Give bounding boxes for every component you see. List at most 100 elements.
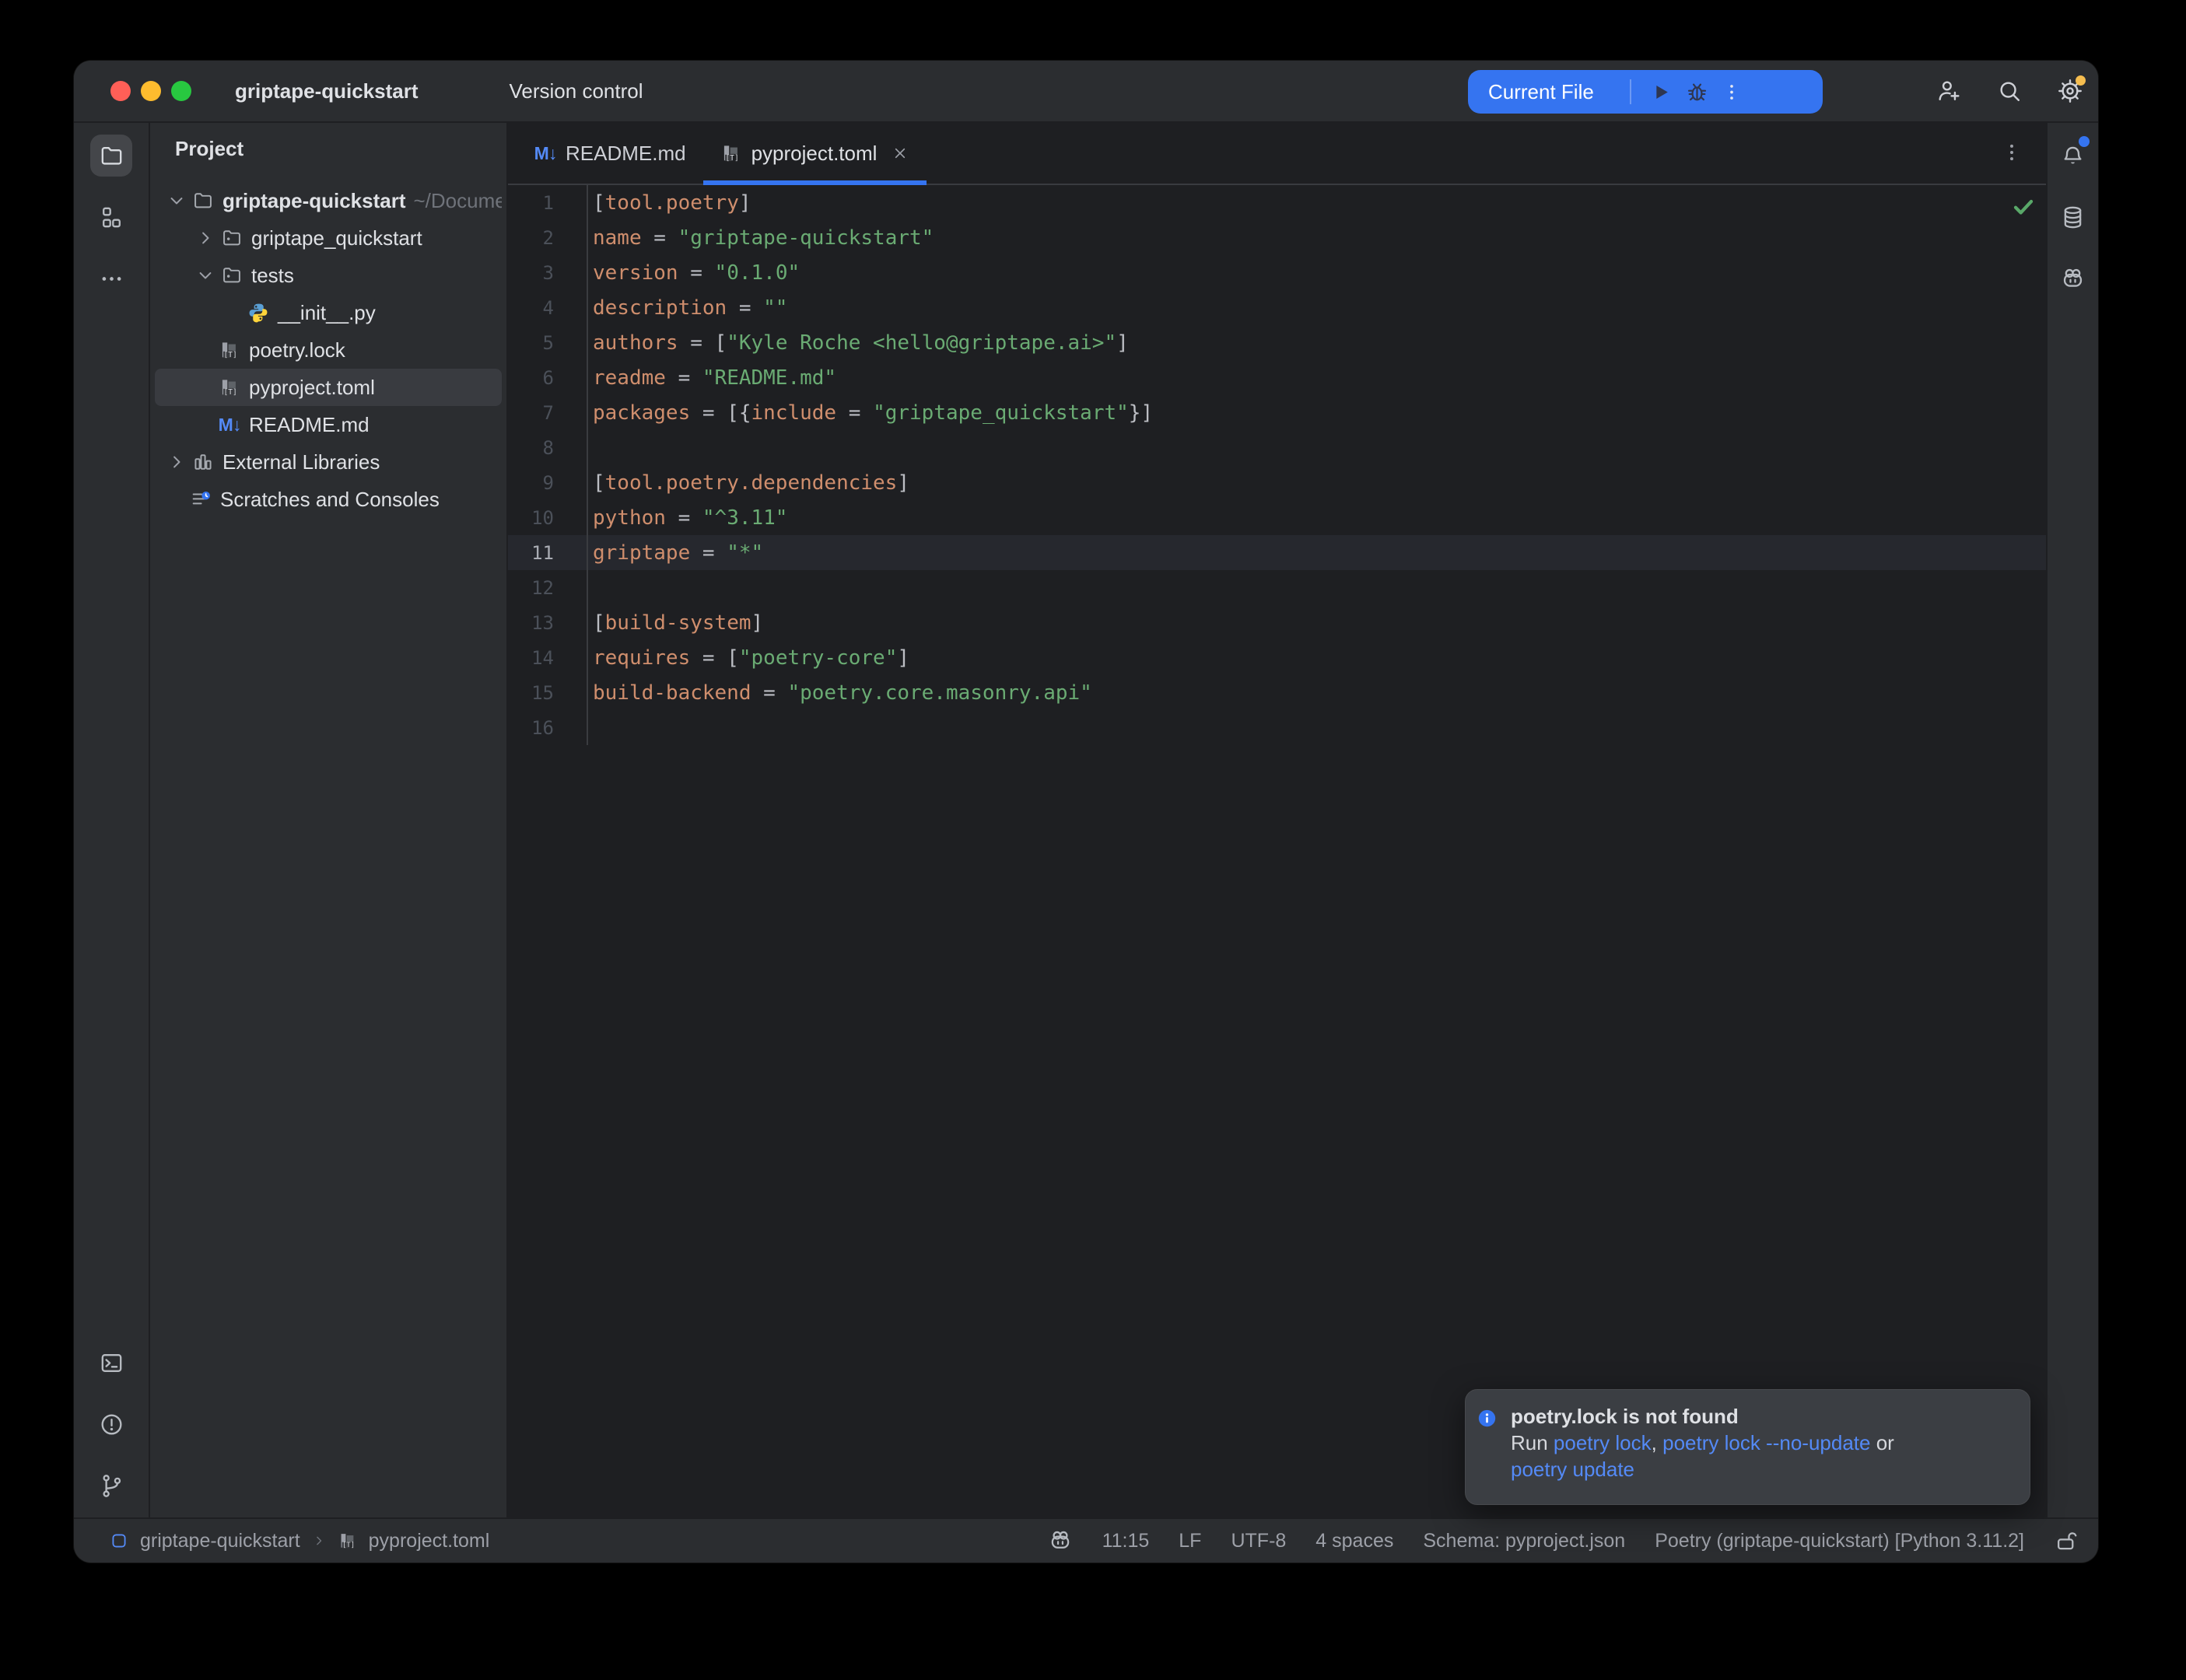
status-caret-position[interactable]: 11:15 bbox=[1102, 1530, 1150, 1552]
tool-stripe-more-button[interactable] bbox=[90, 257, 132, 299]
toml-icon: [T] bbox=[219, 376, 240, 398]
run-widget-divider bbox=[1630, 79, 1631, 104]
info-icon bbox=[1477, 1408, 1498, 1429]
code-line[interactable]: 2name = "griptape-quickstart" bbox=[508, 220, 2046, 255]
tab-options-kebab-icon[interactable] bbox=[2001, 142, 2023, 163]
code-line[interactable]: 8 bbox=[508, 430, 2046, 465]
database-icon bbox=[2060, 205, 2086, 230]
status-json-schema[interactable]: Schema: pyproject.json bbox=[1423, 1530, 1625, 1552]
tool-stripe-terminal-button[interactable] bbox=[90, 1342, 132, 1384]
status-indent[interactable]: 4 spaces bbox=[1315, 1530, 1393, 1552]
tree-item-griptape-quickstart[interactable]: griptape_quickstart bbox=[155, 219, 502, 257]
editor-zone: M↓README.md[T]pyproject.toml 1[tool.poet… bbox=[508, 123, 2046, 1517]
settings-badge bbox=[2076, 75, 2086, 86]
tree-item-griptape-quickstart[interactable]: griptape-quickstart~/Docume bbox=[155, 182, 502, 219]
project-tree: griptape-quickstart~/Documegriptape_quic… bbox=[150, 182, 506, 518]
tree-item-readme-md[interactable]: M↓ README.md bbox=[155, 406, 502, 443]
tree-item-poetry-lock[interactable]: [T]poetry.lock bbox=[155, 331, 502, 369]
line-number: 11 bbox=[508, 535, 588, 570]
code-text: [tool.poetry.dependencies] bbox=[588, 471, 909, 495]
tree-item-label: README.md bbox=[249, 413, 370, 437]
code-line[interactable]: 15build-backend = "poetry.core.masonry.a… bbox=[508, 675, 2046, 710]
write-access-unlock-icon[interactable] bbox=[2054, 1528, 2079, 1553]
editor-tab-readme-md[interactable]: M↓README.md bbox=[517, 123, 703, 184]
chevron-right-icon[interactable] bbox=[166, 451, 187, 473]
tool-stripe-notifications-bell-button[interactable] bbox=[2054, 135, 2093, 177]
ide-window: griptape-quickstart Version control Curr… bbox=[74, 61, 2098, 1563]
editor-tab-bar: M↓README.md[T]pyproject.toml bbox=[508, 123, 2046, 185]
close-icon[interactable] bbox=[891, 144, 909, 163]
python-icon bbox=[247, 302, 269, 324]
project-widget[interactable]: griptape-quickstart bbox=[226, 71, 452, 111]
chevron-down-icon[interactable] bbox=[166, 190, 187, 212]
code-line[interactable]: 12 bbox=[508, 570, 2046, 605]
notification-link[interactable]: poetry lock --no-update bbox=[1662, 1431, 1870, 1454]
copilot-status-copilot-icon[interactable] bbox=[1048, 1528, 1073, 1553]
markdown-icon: M↓ bbox=[219, 414, 240, 436]
crumb-project[interactable]: griptape-quickstart bbox=[140, 1530, 300, 1552]
line-number: 2 bbox=[508, 220, 588, 255]
status-line-separator[interactable]: LF bbox=[1179, 1530, 1201, 1552]
folder-dot-icon bbox=[221, 227, 243, 249]
tree-item-pyproject-toml[interactable]: [T]pyproject.toml bbox=[155, 369, 502, 406]
tool-stripe-structure-button[interactable] bbox=[90, 196, 132, 238]
structure-icon bbox=[99, 205, 124, 230]
minimize-window-button[interactable] bbox=[141, 81, 161, 101]
notification-link[interactable]: poetry lock bbox=[1554, 1431, 1652, 1454]
chevron-down-icon bbox=[1602, 84, 1617, 100]
screen: griptape-quickstart Version control Curr… bbox=[0, 0, 2186, 1680]
crumb-file[interactable]: pyproject.toml bbox=[369, 1530, 490, 1552]
settings-icon[interactable] bbox=[2057, 78, 2083, 104]
search-icon[interactable] bbox=[1996, 78, 2023, 104]
line-number: 1 bbox=[508, 185, 588, 220]
tool-stripe-database-button[interactable] bbox=[2054, 196, 2093, 238]
tool-stripe-copilot-button[interactable] bbox=[2054, 257, 2093, 299]
code-line[interactable]: 16 bbox=[508, 710, 2046, 745]
status-encoding[interactable]: UTF-8 bbox=[1231, 1530, 1286, 1552]
add-user-icon[interactable] bbox=[1936, 78, 1962, 104]
tool-stripe-problems-button[interactable] bbox=[90, 1403, 132, 1445]
code-line[interactable]: 7packages = [{include = "griptape_quicks… bbox=[508, 395, 2046, 430]
notification-link[interactable]: poetry update bbox=[1511, 1458, 1634, 1481]
status-widgets: 11:15 LF UTF-8 4 spaces Schema: pyproject.js… bbox=[1048, 1528, 2079, 1553]
tree-item-scratches-and-consoles[interactable]: Scratches and Consoles bbox=[155, 481, 502, 518]
main-area: Project griptape-quickstart~/Documegript… bbox=[74, 123, 2098, 1517]
vcs-widget[interactable]: Version control bbox=[472, 71, 677, 111]
chevron-right-icon[interactable] bbox=[194, 227, 216, 249]
code-line[interactable]: 6readme = "README.md" bbox=[508, 360, 2046, 395]
tool-stripe-branch-button[interactable] bbox=[90, 1465, 132, 1507]
code-line[interactable]: 1[tool.poetry] bbox=[508, 185, 2046, 220]
code-line[interactable]: 9[tool.poetry.dependencies] bbox=[508, 465, 2046, 500]
zoom-window-button[interactable] bbox=[171, 81, 191, 101]
tree-item-tests[interactable]: tests bbox=[155, 257, 502, 294]
code-text: requires = ["poetry-core"] bbox=[588, 646, 909, 670]
chevron-down-icon[interactable] bbox=[194, 264, 216, 286]
traffic-lights bbox=[110, 81, 191, 101]
git-branch-icon bbox=[482, 81, 503, 102]
code-line[interactable]: 14requires = ["poetry-core"] bbox=[508, 640, 2046, 675]
code-line[interactable]: 11griptape = "*" bbox=[508, 535, 2046, 570]
code-line[interactable]: 3version = "0.1.0" bbox=[508, 255, 2046, 290]
line-number: 4 bbox=[508, 290, 588, 325]
run-button[interactable] bbox=[1648, 80, 1673, 104]
code-line[interactable]: 13[build-system] bbox=[508, 605, 2046, 640]
tree-item--init-py[interactable]: __init__.py bbox=[155, 294, 502, 331]
status-interpreter[interactable]: Poetry (griptape-quickstart) [Python 3.1… bbox=[1655, 1530, 2024, 1552]
project-tool-window: Project griptape-quickstart~/Documegript… bbox=[150, 123, 508, 1517]
close-window-button[interactable] bbox=[110, 81, 131, 101]
debug-button[interactable] bbox=[1685, 80, 1709, 104]
code-line[interactable]: 4description = "" bbox=[508, 290, 2046, 325]
more-run-options-button[interactable] bbox=[1722, 80, 1742, 104]
code-line[interactable]: 10python = "^3.11" bbox=[508, 500, 2046, 535]
tree-item-external-libraries[interactable]: External Libraries bbox=[155, 443, 502, 481]
tool-stripe-project-folder-button[interactable] bbox=[90, 135, 132, 177]
line-number: 12 bbox=[508, 570, 588, 605]
code-editor[interactable]: 1[tool.poetry]2name = "griptape-quicksta… bbox=[508, 185, 2046, 1517]
code-line[interactable]: 5authors = ["Kyle Roche <hello@griptape.… bbox=[508, 325, 2046, 360]
code-text: [tool.poetry] bbox=[588, 191, 751, 215]
run-config-selector[interactable]: Current File bbox=[1488, 80, 1594, 104]
editor-tab-pyproject-toml[interactable]: [T]pyproject.toml bbox=[703, 123, 927, 184]
chevron-down-icon bbox=[251, 139, 270, 158]
project-panel-header[interactable]: Project bbox=[150, 123, 506, 174]
notification-title: poetry.lock is not found bbox=[1511, 1403, 1894, 1430]
